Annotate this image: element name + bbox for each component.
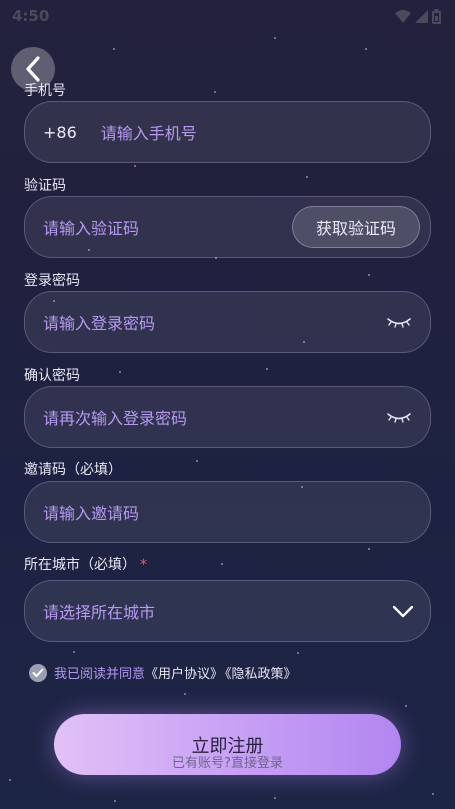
wifi-icon xyxy=(395,9,411,23)
country-code[interactable]: +86 xyxy=(43,123,77,142)
check-icon[interactable] xyxy=(29,663,47,682)
invite-input[interactable]: 请输入邀请码 xyxy=(24,481,431,543)
agreement-text: 我已阅读并同意 xyxy=(54,667,146,682)
required-mark: * xyxy=(140,557,147,573)
battery-icon xyxy=(432,8,441,24)
back-icon xyxy=(26,56,40,82)
invite-label: 邀请码（必填） xyxy=(24,462,122,478)
user-agreement-link[interactable]: 《用户协议》 xyxy=(145,667,223,682)
city-label-text: 所在城市（必填） xyxy=(24,557,136,573)
confirm-password-placeholder: 请再次输入登录密码 xyxy=(43,409,188,428)
city-placeholder: 请选择所在城市 xyxy=(43,603,156,622)
password-label: 登录密码 xyxy=(24,273,80,289)
phone-placeholder: 请输入手机号 xyxy=(100,124,197,143)
city-select[interactable]: 请选择所在城市 xyxy=(24,580,431,642)
eye-closed-icon[interactable] xyxy=(386,316,412,328)
invite-placeholder: 请输入邀请码 xyxy=(43,504,140,523)
status-time: 4:50 xyxy=(12,7,50,25)
confirm-password-input[interactable]: 请再次输入登录密码 xyxy=(24,386,431,448)
phone-label: 手机号 xyxy=(24,83,66,99)
password-placeholder: 请输入登录密码 xyxy=(43,314,156,333)
eye-closed-icon[interactable] xyxy=(386,411,412,423)
phone-input[interactable]: +86 请输入手机号 xyxy=(24,101,431,163)
city-label: 所在城市（必填） * xyxy=(24,554,147,574)
code-input[interactable]: 请输入验证码 获取验证码 xyxy=(24,196,431,258)
get-code-button[interactable]: 获取验证码 xyxy=(291,206,420,248)
password-input[interactable]: 请输入登录密码 xyxy=(24,291,431,353)
agreement-links: 《用户协议》 《隐私政策》 xyxy=(145,663,299,682)
login-hint[interactable]: 已有账号?直接登录 xyxy=(0,752,455,771)
signal-icon xyxy=(415,9,428,23)
status-bar: 4:50 xyxy=(0,0,455,32)
confirm-password-label: 确认密码 xyxy=(24,368,80,384)
code-label: 验证码 xyxy=(24,178,66,194)
code-placeholder: 请输入验证码 xyxy=(43,219,140,238)
status-icons xyxy=(395,8,441,24)
chevron-down-icon[interactable] xyxy=(392,605,414,618)
privacy-policy-link[interactable]: 《隐私政策》 xyxy=(225,667,297,682)
agreement-row: 我已阅读并同意 《用户协议》 《隐私政策》 xyxy=(29,663,299,682)
